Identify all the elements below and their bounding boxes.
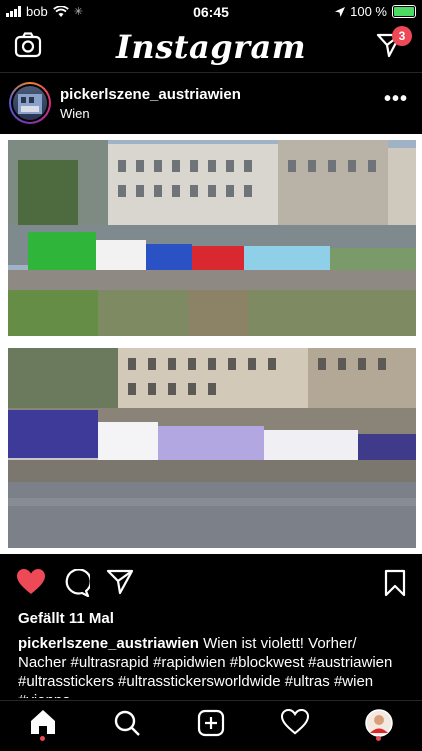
post-header: pickerlszene_austriawien Wien ••• (0, 78, 422, 132)
post-caption: pickerlszene_austriawien Wien ist violet… (18, 634, 406, 698)
top-divider (0, 72, 422, 73)
tab-add[interactable] (191, 709, 231, 743)
battery-percent: 100 % (350, 4, 387, 19)
tab-profile[interactable] (359, 709, 399, 743)
comment-icon[interactable] (62, 569, 90, 597)
post-actions (0, 566, 422, 600)
heart-outline-icon (281, 709, 309, 735)
profile-avatar-icon (365, 709, 393, 737)
notification-badge: 3 (392, 26, 412, 46)
search-icon (114, 710, 140, 736)
battery-icon (392, 5, 416, 18)
status-bar: bob ✳ 06:45 100 % (0, 0, 422, 24)
tab-activity[interactable] (275, 709, 315, 743)
top-navigation: Instagram 3 (0, 26, 422, 70)
post-username[interactable]: pickerlszene_austriawien (60, 86, 241, 103)
app-logo: Instagram (115, 28, 307, 66)
location-arrow-icon (335, 6, 346, 17)
tab-search[interactable] (107, 709, 147, 743)
heart-filled-icon[interactable] (16, 568, 46, 596)
photo-before (8, 140, 416, 336)
home-indicator-dot (40, 736, 45, 741)
caption-username[interactable]: pickerlszene_austriawien (18, 635, 199, 652)
more-options-icon[interactable]: ••• (384, 88, 408, 111)
avatar[interactable] (9, 82, 51, 124)
post-location[interactable]: Wien (60, 106, 90, 121)
add-post-icon (197, 709, 225, 737)
likes-count[interactable]: Gefällt 11 Mal (18, 610, 114, 627)
tab-home[interactable] (23, 709, 63, 743)
post-image[interactable] (0, 134, 422, 554)
photo-after (8, 348, 416, 548)
avatar-image (13, 86, 47, 120)
home-icon (31, 710, 55, 734)
share-icon[interactable] (106, 569, 134, 595)
bookmark-icon[interactable] (384, 569, 406, 597)
profile-indicator-dot (376, 736, 381, 741)
status-right: 100 % (335, 4, 416, 19)
bottom-tab-bar (0, 700, 422, 751)
